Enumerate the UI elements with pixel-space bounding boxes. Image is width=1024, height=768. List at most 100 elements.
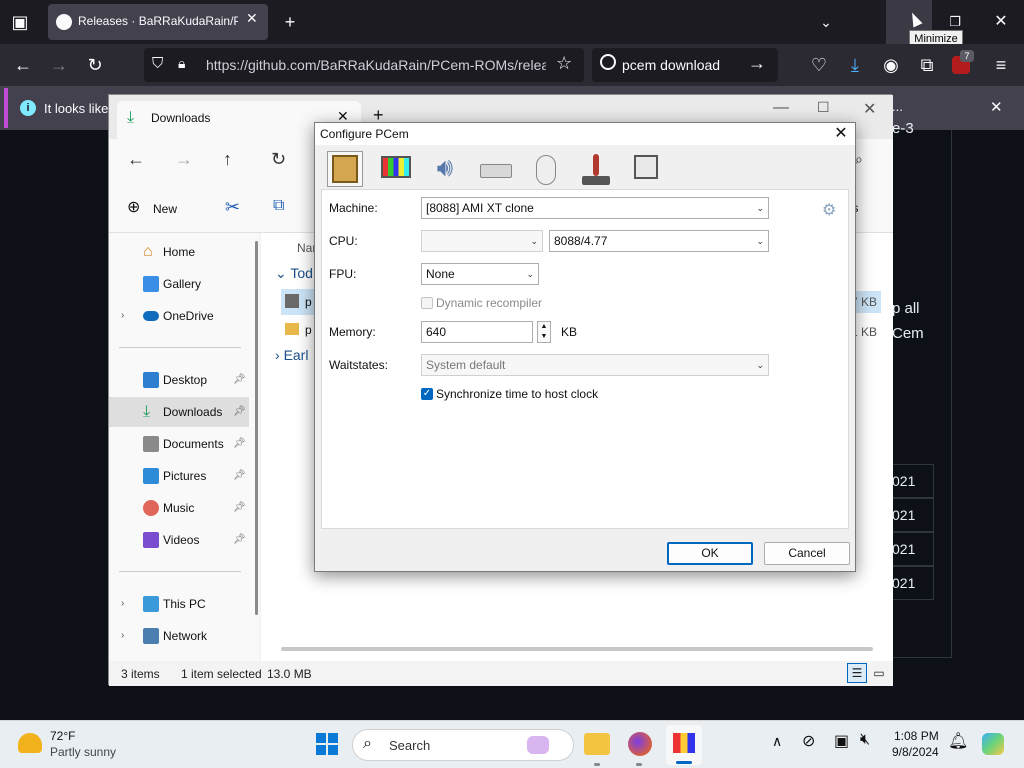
clock-date[interactable]: 9/8/2024 [892,745,939,759]
sidebar-item-this-pc[interactable]: › This PC [109,589,249,619]
file-explorer-taskbar-icon[interactable] [584,733,610,755]
taskbar-search[interactable]: ⌕ Search [352,729,574,761]
pocket-icon[interactable]: ♡ [804,48,834,82]
desktop-icon [143,372,159,388]
tab-video[interactable] [377,151,413,187]
tab-overview-icon[interactable]: ▣ [6,0,34,44]
copy-icon[interactable]: ⧉ [273,197,284,215]
cut-icon[interactable]: ✂ [225,197,240,218]
weather-temp[interactable]: 72°F [50,729,75,743]
explorer-minimize-icon[interactable]: — [773,99,789,117]
explorer-maximize-icon[interactable]: ☐ [817,99,830,116]
configure-machine-icon[interactable]: ⚙ [822,200,840,219]
tab-drives[interactable] [477,151,513,187]
tab-close-icon[interactable]: ✕ [246,10,258,27]
url-bar[interactable]: ⛉ 🔒︎ https://github.com/BaRRaKudaRain/PC… [144,48,584,82]
horizontal-scrollbar[interactable] [281,647,873,651]
memory-spinner[interactable]: ▲ ▼ [537,321,551,343]
explorer-statusbar: 3 items 1 item selected 13.0 MB ☰ ▭ [109,661,893,686]
videos-icon [143,532,159,548]
sidebar-item-documents[interactable]: Documents 📌︎ [109,429,249,459]
dialog-close-button[interactable]: ✕ [827,123,855,145]
explorer-search-icon[interactable]: ⌕ [855,151,863,168]
cpu-manufacturer-select[interactable]: ⌄ [421,230,543,252]
sidebar-item-videos[interactable]: Videos 📌︎ [109,525,249,555]
search-bar[interactable]: pcem download → [592,48,778,82]
reload-icon[interactable]: ↻ [80,48,110,82]
search-highlight-icon [527,736,549,754]
downloads-icon[interactable]: ⤓ [840,48,870,82]
cancel-button[interactable]: Cancel [764,542,850,565]
go-arrow-icon[interactable]: → [748,53,766,74]
explorer-up-icon[interactable]: ↑ [223,149,232,170]
home-icon: ⌂ [143,243,153,260]
github-asset-row: 021 [890,498,934,532]
bookmark-star-icon[interactable]: ☆ [556,53,572,74]
tiles-view-icon[interactable]: ▭ [871,663,887,683]
sidebar-item-music[interactable]: Music 📌︎ [109,493,249,523]
firefox-taskbar-icon[interactable] [628,732,652,756]
new-button-label: New [153,202,178,216]
explorer-refresh-icon[interactable]: ↻ [271,149,286,170]
menu-icon[interactable]: ≡ [986,48,1016,82]
extensions-icon[interactable]: ⧉ [912,48,942,82]
expand-chevron-icon[interactable]: › [121,589,124,619]
fpu-select[interactable]: None ⌄ [421,263,539,285]
lock-icon[interactable]: 🔒︎ [178,55,185,72]
sync-time-checkbox[interactable]: ✓ [421,388,433,400]
expand-chevron-icon[interactable]: › [121,301,124,331]
new-tab-icon[interactable]: + [276,0,304,44]
sidebar-item-pictures[interactable]: Pictures 📌︎ [109,461,249,491]
notification-bell-icon[interactable]: 🔔︎ [948,731,968,751]
sidebar-item-network[interactable]: › Network [109,621,249,651]
account-icon[interactable]: ◉ [876,48,906,82]
explorer-close-icon[interactable]: ✕ [863,99,876,119]
back-icon[interactable]: ← [8,48,38,82]
weather-desc[interactable]: Partly sunny [50,745,116,759]
copilot-icon[interactable] [982,733,1004,755]
sidebar-item-home[interactable]: ⌂ Home [109,237,249,267]
tab-sound[interactable]: 🔊︎ [427,151,463,187]
info-icon: i [20,100,36,116]
cpu-select[interactable]: 8088/4.77 ⌄ [549,230,769,252]
details-view-icon[interactable]: ☰ [847,663,867,683]
sidebar-scrollbar[interactable] [255,241,258,615]
network-icon [143,628,159,644]
memory-input[interactable]: 640 [421,321,533,343]
sidebar-item-gallery[interactable]: Gallery [109,269,249,299]
new-button[interactable]: ⊕ New [125,197,195,221]
ok-button[interactable]: OK [667,542,753,565]
volume-muted-icon[interactable]: 🔇︎ [860,731,870,749]
close-window-button[interactable]: ✕ [986,0,1016,44]
pcem-taskbar-button[interactable] [666,725,702,765]
list-tabs-icon[interactable]: ⌄ [812,0,840,44]
explorer-back-icon[interactable]: ← [127,149,145,170]
browser-tab[interactable]: Releases · BaRRaKudaRain/PCem ✕ [48,4,268,40]
tab-mouse[interactable] [527,151,563,187]
forward-icon[interactable]: → [44,48,74,82]
shield-icon[interactable]: ⛉ [152,55,163,72]
tab-machine[interactable] [327,151,363,187]
tab-network[interactable] [627,151,663,187]
expand-chevron-icon[interactable]: › [121,621,124,651]
running-indicator [594,763,600,766]
close-notification-icon[interactable]: ✕ [990,98,1003,116]
dialog-title: Configure PCem [315,123,855,145]
machine-select[interactable]: [8088] AMI XT clone ⌄ [421,197,769,219]
tab-joystick[interactable] [577,151,613,187]
sidebar-item-desktop[interactable]: Desktop 📌︎ [109,365,249,395]
dynarec-checkbox[interactable] [421,297,433,309]
search-icon: ⌕ [363,735,372,752]
clock-time[interactable]: 1:08 PM [894,729,939,743]
windows-start-icon[interactable] [316,733,338,755]
sidebar-item-onedrive[interactable]: › OneDrive [109,301,249,331]
group-earlier[interactable]: › Earl [275,347,308,363]
explorer-forward-icon[interactable]: → [175,149,193,170]
display-icon[interactable]: ▣ [834,731,849,751]
show-hidden-icons[interactable]: ∧ [772,733,782,750]
wifi-off-icon[interactable]: ⊘ [802,731,815,751]
sidebar-item-downloads[interactable]: ⤓ Downloads 📌︎ [109,397,249,427]
group-today[interactable]: ⌄ Tod [275,265,313,282]
joystick-base [582,176,610,185]
waitstates-select[interactable]: System default ⌄ [421,354,769,376]
